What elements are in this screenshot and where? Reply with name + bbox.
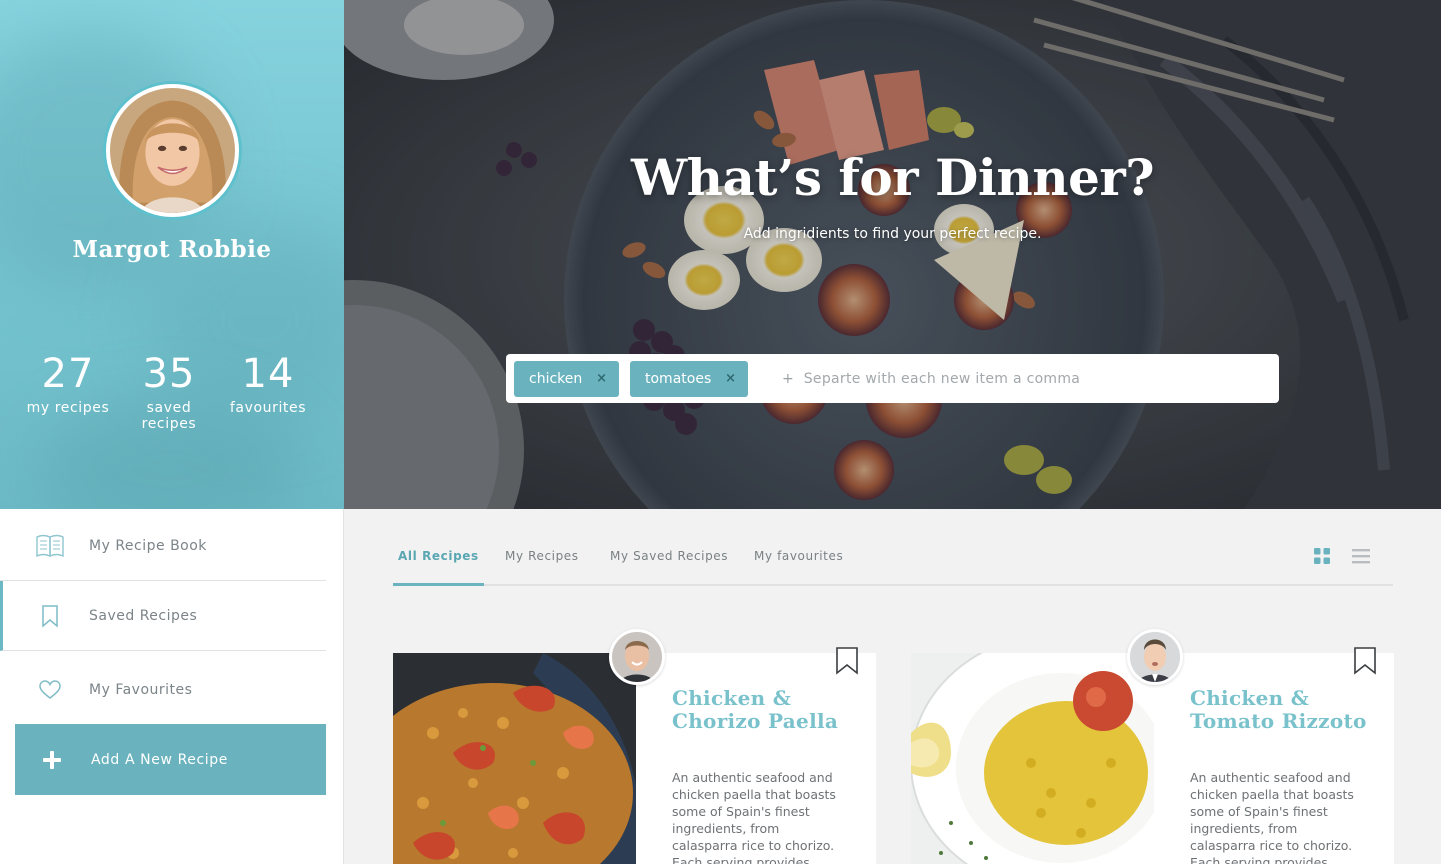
stat-favourites[interactable]: 14 favourites xyxy=(220,350,316,416)
recipe-tabs: All Recipes My Recipes My Saved Recipes … xyxy=(393,546,1393,586)
recipe-description: An authentic seafood and chicken paella … xyxy=(1190,770,1354,864)
tab-my-saved-recipes[interactable]: My Saved Recipes xyxy=(610,549,728,586)
stat-saved-recipes[interactable]: 35 saved recipes xyxy=(118,350,220,432)
sidebar-item-saved-recipes[interactable]: Saved Recipes xyxy=(0,581,326,651)
recipe-card[interactable]: Chicken & Chorizo Paella An authentic se… xyxy=(393,629,876,864)
remove-tag-icon[interactable]: × xyxy=(596,371,607,386)
grid-view-icon[interactable] xyxy=(1312,546,1332,566)
tab-all-recipes[interactable]: All Recipes xyxy=(393,549,484,586)
stat-value: 27 xyxy=(41,351,95,397)
chef-avatar[interactable] xyxy=(609,629,665,685)
hero-subtitle: Add ingridients to find your perfect rec… xyxy=(743,226,1042,242)
list-view-icon[interactable] xyxy=(1351,546,1371,566)
plus-icon xyxy=(42,750,62,770)
profile-avatar[interactable] xyxy=(103,81,242,220)
heart-icon xyxy=(32,680,68,700)
sidebar-item-label: My Recipe Book xyxy=(89,537,207,554)
recipe-description: An authentic seafood and chicken paella … xyxy=(672,770,836,864)
bookmark-icon[interactable] xyxy=(834,644,860,676)
hero-banner: What’s for Dinner? Add ingridients to fi… xyxy=(344,0,1441,509)
tag-label: tomatoes xyxy=(645,370,712,387)
hero-title: What’s for Dinner? xyxy=(630,148,1155,207)
profile-name: Margot Robbie xyxy=(72,236,272,263)
ingredient-tag-chicken[interactable]: chicken × xyxy=(514,360,619,397)
remove-tag-icon[interactable]: × xyxy=(725,371,736,386)
sidebar-nav: My Recipe Book Saved Recipes My Favourit… xyxy=(0,509,344,864)
recipe-title[interactable]: Chicken & Chorizo Paella xyxy=(672,687,862,733)
ingredient-search-bar: chicken × tomatoes × + xyxy=(506,354,1279,403)
add-recipe-button[interactable]: Add A New Recipe xyxy=(15,724,326,795)
stat-my-recipes[interactable]: 27 my recipes xyxy=(18,350,118,416)
recipe-photo xyxy=(911,653,1154,864)
tag-label: chicken xyxy=(529,370,583,387)
recipe-card[interactable]: Chicken & Tomato Rizzoto An authentic se… xyxy=(911,629,1394,864)
sidebar-item-label: My Favourites xyxy=(89,682,193,698)
stat-label: my recipes xyxy=(26,400,110,416)
recipes-section: All Recipes My Recipes My Saved Recipes … xyxy=(344,509,1441,864)
profile-panel: Margot Robbie 27 my recipes 35 saved rec… xyxy=(0,0,344,509)
book-icon xyxy=(32,533,68,559)
stat-label: favourites xyxy=(229,400,307,416)
sidebar-item-recipe-book[interactable]: My Recipe Book xyxy=(0,511,326,581)
chef-avatar[interactable] xyxy=(1127,629,1183,685)
recipe-app: Margot Robbie 27 my recipes 35 saved rec… xyxy=(0,0,1441,864)
add-recipe-label: Add A New Recipe xyxy=(91,751,228,768)
tab-my-recipes[interactable]: My Recipes xyxy=(505,549,579,586)
sidebar-item-favourites[interactable]: My Favourites xyxy=(0,655,326,725)
add-ingredient-icon: + xyxy=(782,370,794,387)
sidebar-item-label: Saved Recipes xyxy=(89,607,198,624)
bookmark-icon xyxy=(32,604,68,628)
ingredient-input[interactable] xyxy=(803,370,1224,387)
hero-background-image xyxy=(344,0,1441,509)
stat-value: 35 xyxy=(142,351,196,397)
stat-value: 14 xyxy=(241,351,295,397)
ingredient-tag-tomatoes[interactable]: tomatoes × xyxy=(630,360,748,397)
avatar-photo xyxy=(110,88,235,213)
bookmark-icon[interactable] xyxy=(1352,644,1378,676)
recipe-photo xyxy=(393,653,636,864)
tab-my-favourites[interactable]: My favourites xyxy=(754,549,843,586)
recipe-title[interactable]: Chicken & Tomato Rizzoto xyxy=(1190,687,1380,733)
stat-label: saved recipes xyxy=(141,400,197,432)
